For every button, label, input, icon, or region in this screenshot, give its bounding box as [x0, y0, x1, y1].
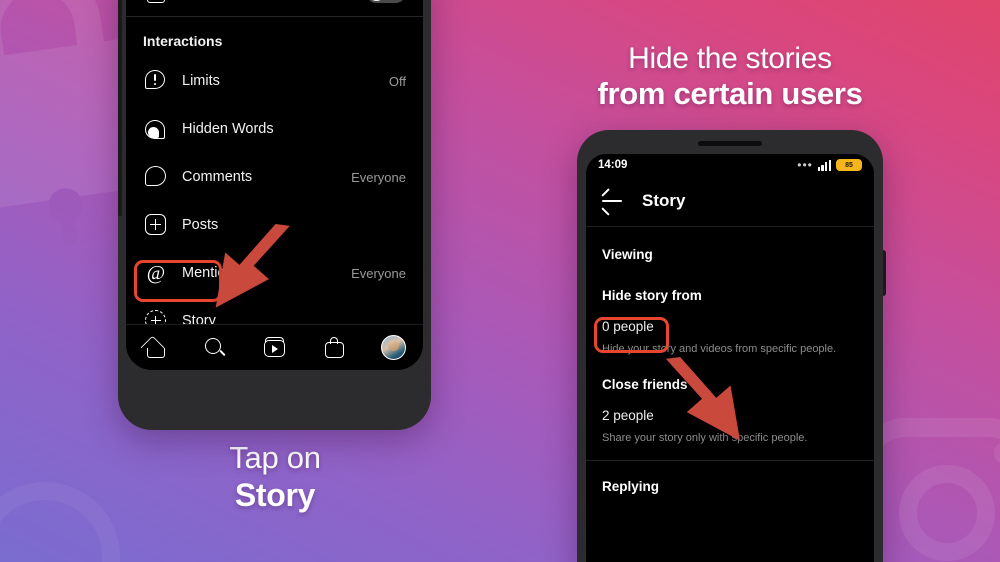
bottom-tab-bar — [126, 324, 423, 370]
left-phone-side-edge — [118, 0, 122, 216]
close-friends-value[interactable]: 2 people — [586, 392, 874, 423]
home-icon[interactable] — [140, 334, 169, 361]
row-posts-label: Posts — [182, 217, 219, 233]
power-button — [882, 250, 886, 296]
battery-icon: 85 — [836, 158, 862, 172]
back-arrow-icon[interactable] — [600, 187, 624, 216]
shop-icon[interactable] — [322, 335, 348, 361]
more-dots-icon: ••• — [797, 158, 813, 172]
row-mentions-value: Everyone — [351, 265, 406, 281]
caption-right: Hide the stories from certain users — [540, 41, 920, 113]
left-phone-mockup: Private account Interactions Limits Off — [118, 0, 431, 430]
caption-left-line2: Story — [234, 476, 316, 513]
right-phone-mockup: 14:09 ••• 85 Story Viewing Hide story fr… — [577, 130, 886, 562]
limits-icon — [143, 68, 169, 94]
comments-icon — [143, 164, 169, 190]
section-hide-story-from: Hide story from — [602, 288, 702, 303]
right-phone-screen: 14:09 ••• 85 Story Viewing Hide story fr… — [586, 154, 874, 562]
private-account-toggle[interactable] — [366, 0, 406, 3]
profile-avatar[interactable] — [381, 335, 407, 360]
hidden-words-icon — [143, 116, 169, 142]
close-friends-sub: Share your story only with specific peop… — [602, 432, 808, 444]
app-bar: Story — [586, 176, 874, 226]
story-highlight-box — [134, 260, 222, 302]
posts-icon — [143, 212, 169, 238]
left-phone-screen: Private account Interactions Limits Off — [126, 0, 423, 370]
reels-tab-icon[interactable] — [262, 335, 288, 361]
lock-icon — [143, 0, 169, 5]
caption-left: Tap on Story — [160, 440, 390, 514]
row-posts[interactable]: Posts — [126, 201, 423, 249]
row-hidden-words[interactable]: Hidden Words — [126, 105, 423, 153]
signal-icon — [817, 159, 831, 171]
toggle-knob — [368, 0, 385, 1]
circle-watermark — [0, 482, 120, 562]
earpiece-speaker — [698, 141, 762, 146]
status-icons: ••• 85 — [797, 158, 862, 172]
section-header-interactions: Interactions — [143, 33, 223, 49]
battery-level: 85 — [837, 159, 861, 171]
caption-right-line1: Hide the stories — [628, 42, 832, 75]
caption-right-line2: from certain users — [597, 76, 863, 112]
row-comments-label: Comments — [182, 169, 253, 185]
section-close-friends: Close friends — [602, 377, 688, 392]
section-viewing: Viewing — [602, 247, 653, 262]
row-limits-label: Limits — [182, 73, 220, 89]
page-title: Story — [642, 191, 686, 210]
hide-story-highlight-box — [594, 317, 669, 353]
row-hidden-words-label: Hidden Words — [182, 121, 274, 137]
row-comments-value: Everyone — [351, 169, 406, 185]
status-time: 14:09 — [598, 159, 628, 171]
section-replying: Replying — [602, 479, 660, 494]
caption-left-line1: Tap on — [229, 440, 321, 475]
row-private-account[interactable]: Private account — [126, 0, 423, 14]
status-bar: 14:09 ••• 85 — [586, 154, 874, 176]
search-icon[interactable] — [202, 335, 228, 361]
row-limits-value: Off — [388, 73, 406, 89]
poster-stage: Hide the stories from certain users Tap … — [0, 0, 1000, 562]
row-comments[interactable]: Comments Everyone — [126, 153, 423, 201]
row-limits[interactable]: Limits Off — [126, 57, 423, 105]
